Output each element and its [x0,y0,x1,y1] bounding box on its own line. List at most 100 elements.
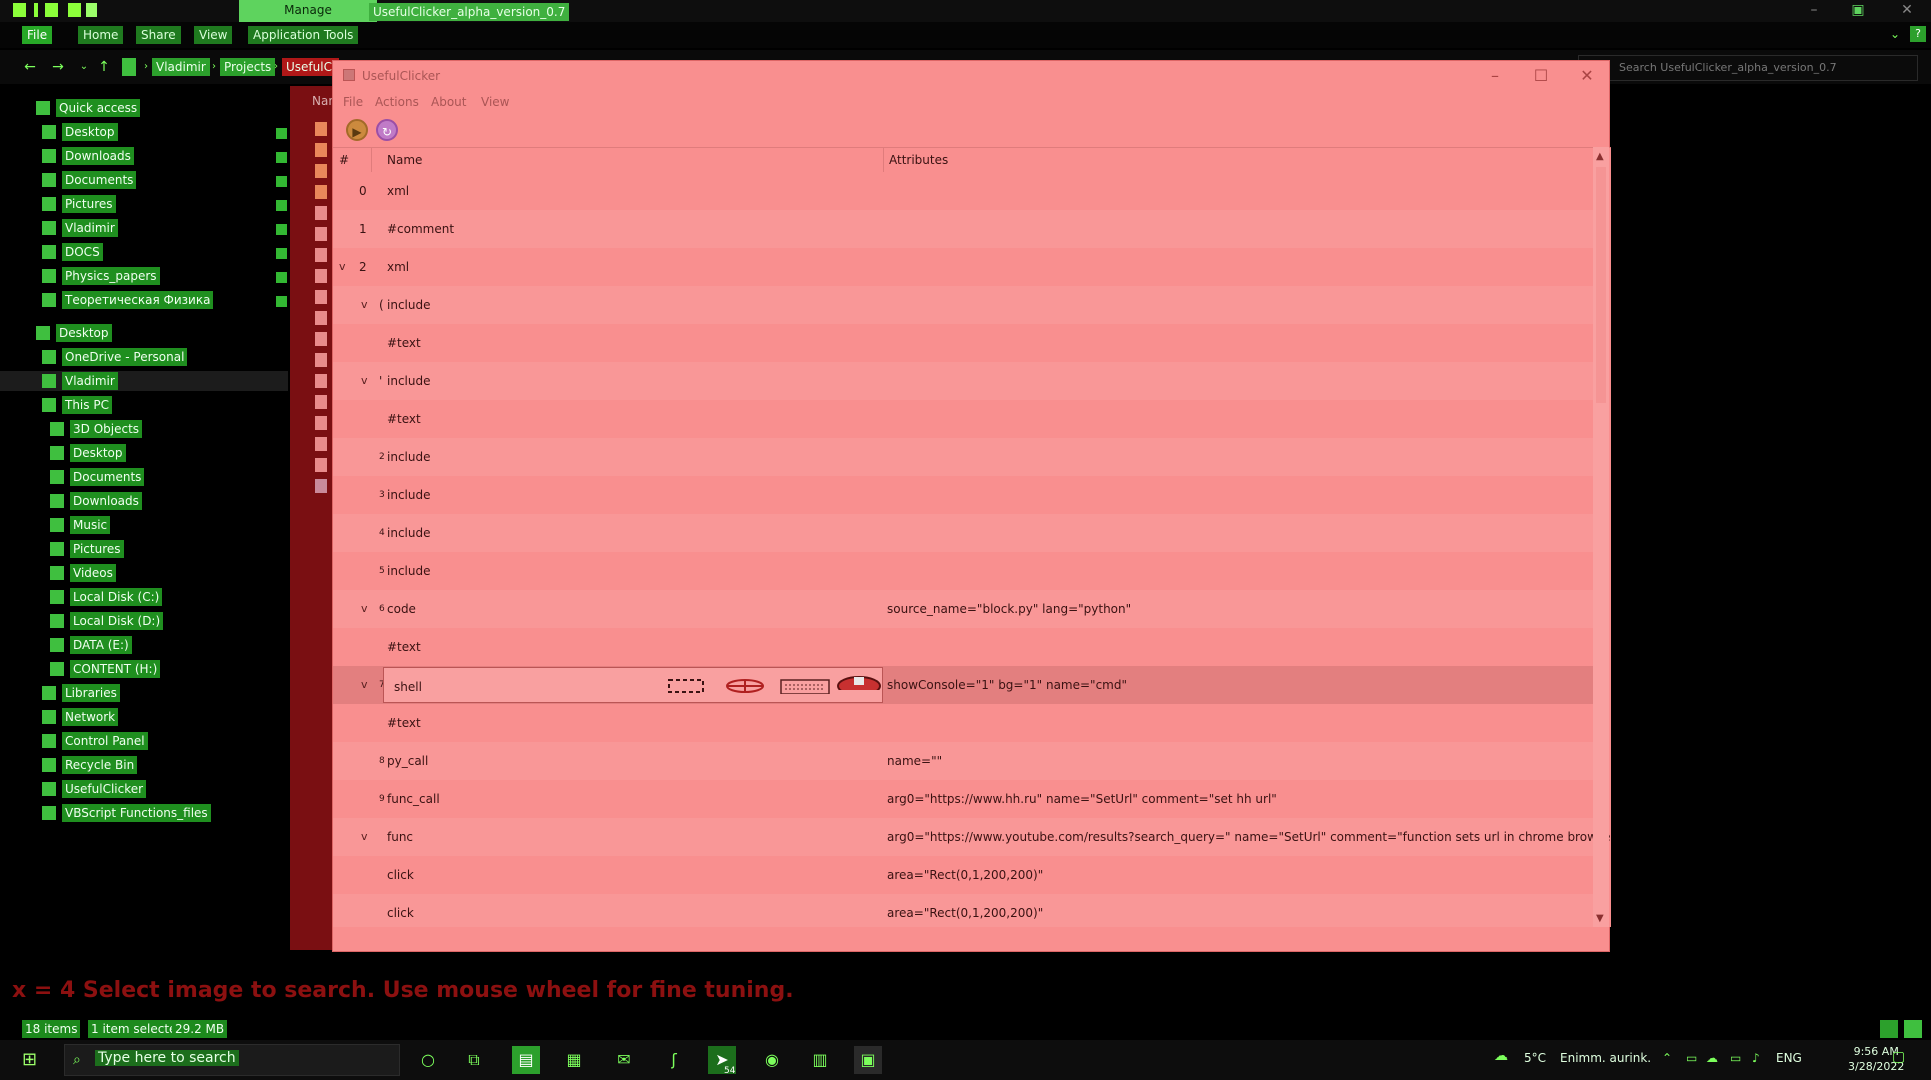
chevron-down-icon[interactable]: v [361,818,368,856]
file-icon[interactable] [315,416,327,430]
ribbon-tab-file[interactable]: File [22,26,53,44]
tree-row[interactable]: 3 include [333,476,1593,514]
file-icon[interactable] [315,290,327,304]
usefulclicker-taskbar-icon[interactable]: ▣ [854,1046,882,1074]
breadcrumb-usefulclicker[interactable]: UsefulCl [282,58,340,76]
pin-icon[interactable] [276,272,287,283]
tree-row[interactable]: 5 include [333,552,1593,590]
minimize-icon[interactable]: – [1797,0,1831,22]
tree-row[interactable]: 2 include [333,438,1593,476]
file-icon[interactable] [315,227,327,241]
chevron-down-icon[interactable]: v [361,286,368,324]
file-icon[interactable] [315,311,327,325]
file-icon[interactable] [315,248,327,262]
chevron-down-icon[interactable]: v [339,248,346,286]
tree-row[interactable]: #text [333,704,1593,742]
script-app-icon[interactable]: ʃ [660,1046,688,1074]
file-icon[interactable] [315,269,327,283]
menu-file[interactable]: File [343,95,363,109]
properties-icon[interactable] [45,3,58,17]
mail-icon[interactable]: ✉ [610,1046,638,1074]
chevron-down-icon[interactable]: ⌄ [1890,27,1900,41]
file-icon[interactable] [315,332,327,346]
tree-row[interactable]: #text [333,324,1593,362]
tree-row[interactable]: 4 include [333,514,1593,552]
tree-row[interactable]: #text [333,628,1593,666]
ribbon-tab-application-tools[interactable]: Application Tools [248,26,359,44]
menu-actions[interactable]: Actions [375,95,419,109]
close-icon[interactable]: ✕ [1569,65,1605,87]
pin-icon[interactable] [276,224,287,235]
pin-icon[interactable] [276,176,287,187]
details-view-icon[interactable] [1880,1020,1898,1038]
file-icon[interactable] [315,458,327,472]
scrollbar-thumb[interactable] [1596,167,1606,403]
task-view-icon[interactable]: ⧉ [460,1046,488,1074]
tree-row-selected[interactable]: v 7 shell showConsole="1" bg="1" name="c… [333,666,1593,704]
tree-row[interactable]: 8 py_call name="" [333,742,1593,780]
breadcrumb-vladimir[interactable]: Vladimir [152,58,210,76]
manage-tab[interactable]: Manage [239,0,377,22]
tree-row[interactable]: #text [333,400,1593,438]
column-header-name[interactable]: Name [387,148,422,172]
file-explorer-icon[interactable]: ▤ [512,1046,540,1074]
ribbon-tab-view[interactable]: View [194,26,233,44]
node-edit-box[interactable]: shell [383,667,883,703]
tree-row[interactable]: 0 xml [333,172,1593,210]
pin-icon[interactable] [276,200,287,211]
thumbnail-view-icon[interactable] [1904,1020,1922,1038]
weather-icon[interactable]: ☁ [1494,1048,1508,1064]
file-icon[interactable] [315,437,327,451]
tree-row[interactable]: v func arg0="https://www.youtube.com/resul… [333,818,1611,856]
maximize-icon[interactable]: ☐ [1523,65,1559,87]
folder-icon[interactable] [315,122,327,136]
close-icon[interactable]: ✕ [1890,0,1924,22]
maximize-icon[interactable]: ▣ [1841,0,1875,22]
column-divider[interactable] [883,148,884,172]
file-icon[interactable] [315,353,327,367]
tree-row[interactable]: click area="Rect(0,1,200,200)" [333,894,1593,927]
folder-icon[interactable] [315,143,327,157]
exe-icon[interactable] [315,479,327,493]
file-icon[interactable] [315,206,327,220]
weather-temp[interactable]: 5°C [1524,1051,1546,1065]
tree-row[interactable]: 1 #comment [333,210,1593,248]
menu-about[interactable]: About [431,95,466,109]
column-divider[interactable] [371,148,372,172]
pin-icon[interactable] [276,128,287,139]
chevron-up-icon[interactable]: ⌃ [1662,1051,1672,1065]
file-icon[interactable] [315,395,327,409]
refresh-icon[interactable]: ↻ [376,119,398,141]
keyboard-icon[interactable] [780,678,830,694]
column-header-index[interactable]: # [339,148,349,172]
up-arrow-icon[interactable]: ↑ [96,59,112,75]
pin-icon[interactable] [276,296,287,307]
tree-row[interactable]: v 6 code source_name="block.py" lang="pytho… [333,590,1593,628]
chrome-icon[interactable]: ◉ [758,1046,786,1074]
column-header-attributes[interactable]: Attributes [889,148,948,172]
tree-row[interactable]: click area="Rect(0,1,200,200)" [333,856,1593,894]
windows-start-icon[interactable]: ⊞ [22,1050,42,1070]
cloud-sync-icon[interactable]: ☁ [1706,1051,1718,1065]
tree-row[interactable]: v 2 xml [333,248,1593,286]
file-icon[interactable] [315,374,327,388]
back-arrow-icon[interactable]: ← [22,59,38,75]
volume-icon[interactable]: ♪ [1752,1051,1760,1065]
pin-icon[interactable] [276,152,287,163]
chart-app-icon[interactable]: ▥ [806,1046,834,1074]
tree-row[interactable]: 9 func_call arg0="https://www.hh.ru" name=… [333,780,1593,818]
pin-icon[interactable] [276,248,287,259]
store-icon[interactable]: ▦ [560,1046,588,1074]
play-icon[interactable]: ▶ [346,119,368,141]
scroll-down-icon[interactable]: ▼ [1596,913,1604,924]
mouse-icon[interactable] [836,674,882,690]
ribbon-tab-share[interactable]: Share [136,26,181,44]
chevron-down-icon[interactable]: ⌄ [76,59,92,75]
folder-icon[interactable] [315,164,327,178]
chevron-down-icon[interactable]: v [361,362,368,400]
chevron-down-icon[interactable] [86,3,97,17]
ribbon-tab-home[interactable]: Home [78,26,124,44]
cortana-icon[interactable]: ○ [414,1046,442,1074]
network-icon[interactable]: ▭ [1730,1051,1741,1065]
new-folder-icon[interactable] [68,3,81,17]
